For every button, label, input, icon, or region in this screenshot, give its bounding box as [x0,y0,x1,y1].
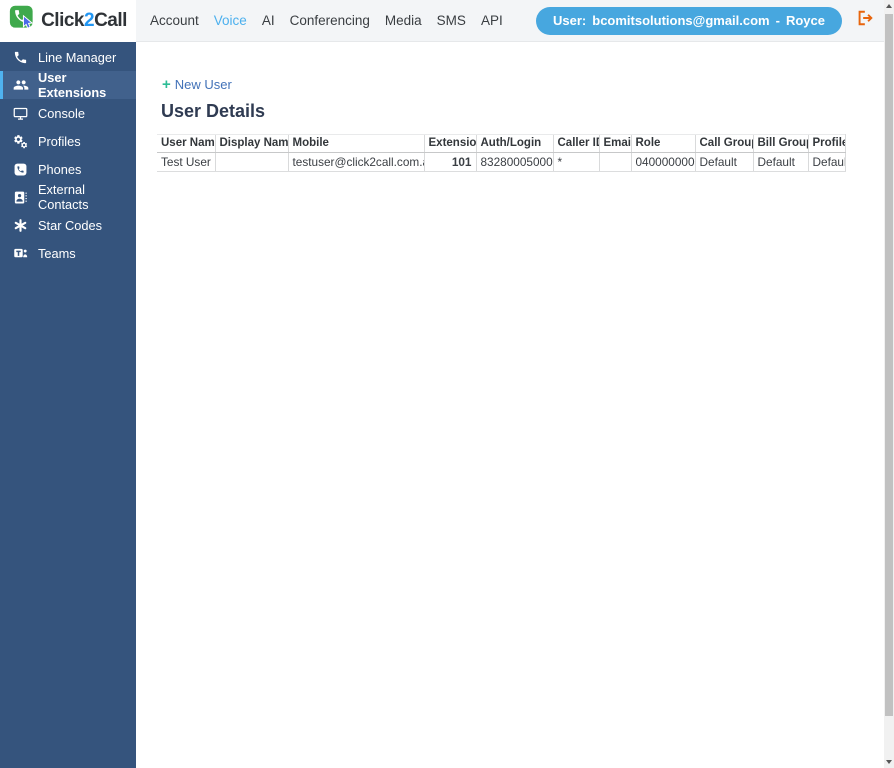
sidebar-item-teams[interactable]: Teams [0,239,136,267]
col-header-display-name: Display Name [214,133,288,153]
new-user-label: New User [174,77,232,92]
user-badge-email: bcomitsolutions@gmail.com [592,13,770,28]
cell-call-group: Default [694,152,753,172]
contact-card-icon [12,189,29,206]
cell-user-name-link[interactable]: Test User [157,152,215,172]
sidebar-item-line-manager[interactable]: Line Manager [0,43,136,71]
plus-icon: + [162,75,171,93]
user-badge-name: Royce [785,13,825,28]
scrollbar-down-arrow[interactable] [884,756,894,768]
vertical-scrollbar[interactable] [884,0,894,768]
nav-item-sms[interactable]: SMS [437,13,466,28]
user-badge[interactable]: User: bcomitsolutions@gmail.com - Royce [536,6,842,35]
main-content: + New User User Details User Name Displa… [136,42,884,768]
table-header-row: User Name Display Name Mobile Extension … [157,133,846,153]
mobile-phone-icon [12,161,29,178]
user-badge-prefix: User: [553,13,587,28]
nav-item-conferencing[interactable]: Conferencing [290,13,370,28]
col-header-call-group: Call Group [694,133,753,153]
sidebar-item-label: Phones [38,161,82,177]
scrollbar-up-arrow[interactable] [884,0,894,12]
nav-item-media[interactable]: Media [385,13,422,28]
sidebar-item-star-codes[interactable]: Star Codes [0,211,136,239]
navbar-right: User: bcomitsolutions@gmail.com - Royce [536,6,884,35]
page-title: User Details [161,100,266,121]
cell-display-name [214,152,288,172]
brand-logo[interactable]: Click2Call [0,0,136,42]
sidebar-item-user-extensions[interactable]: User Extensions [0,70,136,100]
main-menu: Account Voice AI Conferencing Media SMS … [150,13,503,28]
cell-role: 0400000000 [630,152,695,172]
brand-name: Click2Call [41,9,127,31]
sidebar-item-external-contacts[interactable]: External Contacts [0,182,136,212]
asterisk-icon [12,217,29,234]
logout-icon [854,8,874,33]
user-details-table: User Name Display Name Mobile Extension … [157,133,846,172]
monitor-icon [12,105,29,122]
click2call-logo-icon [9,4,37,37]
logout-button[interactable] [854,8,874,33]
nav-item-voice[interactable]: Voice [214,13,247,28]
cell-auth-login: 832800050000 [475,152,553,172]
nav-item-ai[interactable]: AI [262,13,275,28]
col-header-email: Email [598,133,631,153]
cell-extension-link[interactable]: 101 [423,152,476,172]
sidebar-item-label: Teams [38,245,76,261]
cell-profile: Default [807,152,846,172]
table-row: Test User testuser@click2call.com.au 101… [157,152,846,172]
sidebar: Line Manager User Extensions Console Pro… [0,42,136,768]
col-header-user-name: User Name [157,133,215,153]
col-header-auth-login: Auth/Login [475,133,553,153]
sidebar-item-phones[interactable]: Phones [0,155,136,183]
users-icon [12,77,29,94]
cell-email [598,152,631,172]
col-header-caller-id: Caller ID [552,133,599,153]
cell-caller-id: * [552,152,599,172]
teams-icon [12,245,29,262]
top-navbar: Click2Call Account Voice AI Conferencing… [0,0,884,42]
sidebar-item-console[interactable]: Console [0,99,136,127]
user-badge-separator: - [775,13,780,28]
sidebar-item-profiles[interactable]: Profiles [0,127,136,155]
cell-mobile: testuser@click2call.com.au [287,152,424,172]
col-header-role: Role [630,133,695,153]
col-header-profile: Profile [807,133,846,153]
col-header-extension: Extension [423,133,476,153]
scrollbar-thumb[interactable] [885,14,893,716]
cell-bill-group: Default [752,152,808,172]
new-user-button[interactable]: + New User [162,75,232,93]
sidebar-item-label: Line Manager [38,49,117,65]
nav-item-api[interactable]: API [481,13,503,28]
sidebar-item-label: Profiles [38,133,81,149]
col-header-mobile: Mobile [287,133,424,153]
gears-icon [12,133,29,150]
col-header-bill-group: Bill Group [752,133,808,153]
sidebar-item-label: User Extensions [38,70,107,100]
nav-item-account[interactable]: Account [150,13,199,28]
sidebar-item-label: Console [38,105,85,121]
phone-handset-icon [12,49,29,66]
sidebar-item-label: Star Codes [38,217,103,233]
sidebar-item-label: External Contacts [38,182,89,212]
